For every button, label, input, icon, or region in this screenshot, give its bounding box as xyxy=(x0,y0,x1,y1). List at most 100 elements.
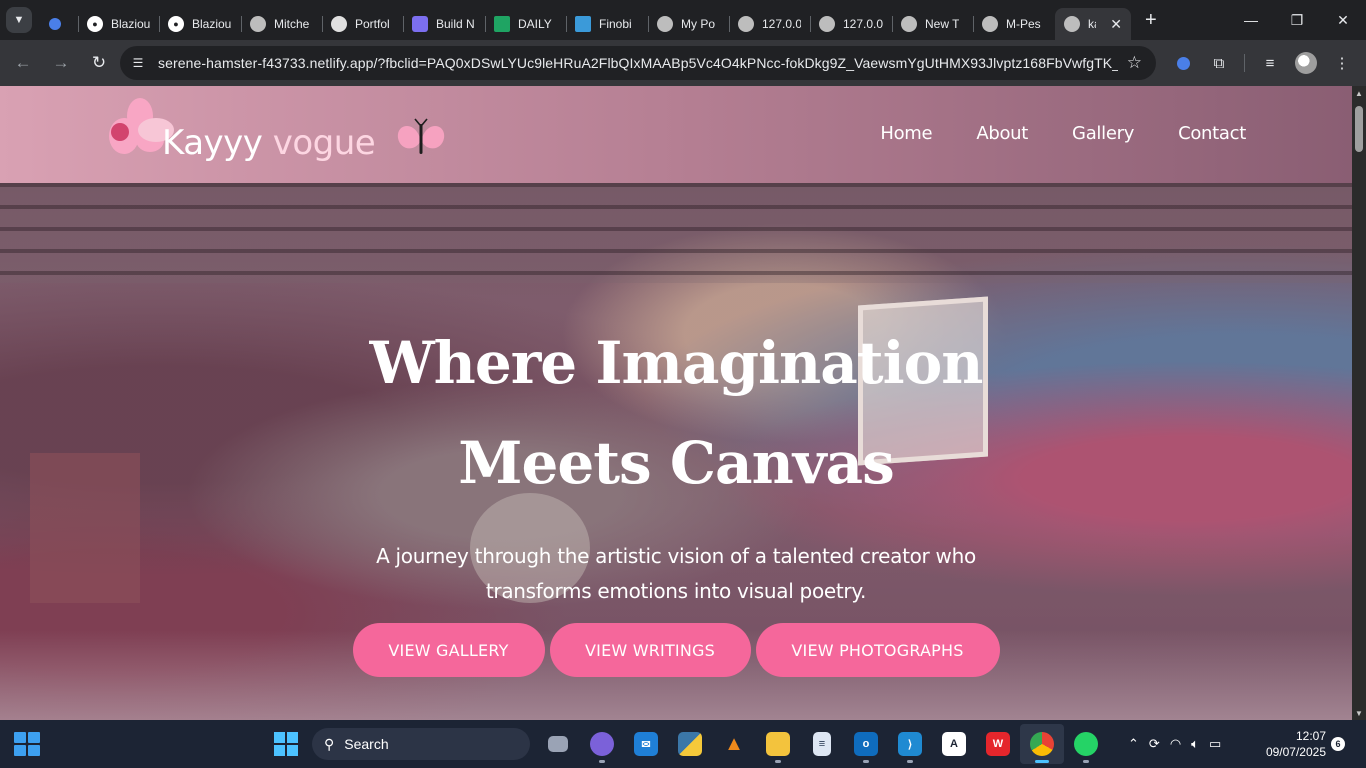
clock[interactable]: 12:07 09/07/2025 xyxy=(1256,728,1326,760)
tab-title: Blaziou xyxy=(111,17,150,31)
tab-2[interactable]: ● Blaziou xyxy=(78,8,159,40)
menu-dots-icon[interactable]: ⋮ xyxy=(1327,48,1357,78)
volume-icon[interactable]: 🔈︎ xyxy=(1191,736,1199,752)
back-icon[interactable]: ← xyxy=(6,46,40,80)
tab-13[interactable]: M-Pes xyxy=(973,8,1055,40)
notepad-icon: ≡ xyxy=(813,732,831,756)
bookmark-star-icon[interactable]: ☆ xyxy=(1127,53,1142,73)
tab-12[interactable]: New T xyxy=(892,8,973,40)
close-window-icon[interactable]: ✕ xyxy=(1320,0,1366,40)
task-view-button[interactable] xyxy=(536,724,580,764)
whatsapp-button[interactable] xyxy=(1064,724,1108,764)
widgets-icon[interactable] xyxy=(14,732,40,756)
task-view-icon xyxy=(548,736,568,752)
running-indicator xyxy=(1035,760,1049,763)
file-explorer-button[interactable] xyxy=(756,724,800,764)
forward-icon[interactable]: → xyxy=(44,46,78,80)
page-scrollbar[interactable]: ▲ ▼ xyxy=(1352,86,1366,720)
site-info-icon[interactable]: ☰ xyxy=(124,49,152,77)
nav-contact-link[interactable]: Contact xyxy=(1178,123,1246,144)
hero-section: Where Imagination Meets Canvas A journey… xyxy=(0,183,1352,720)
view-gallery-button[interactable]: VIEW GALLERY xyxy=(352,623,545,677)
hero-content: Where Imagination Meets Canvas A journey… xyxy=(0,183,1352,677)
view-photographs-button[interactable]: VIEW PHOTOGRAPHS xyxy=(755,623,1000,677)
scroll-thumb[interactable] xyxy=(1355,106,1363,152)
site-logo[interactable]: Kayyy vogue xyxy=(104,96,454,176)
hero-title: Where Imagination Meets Canvas xyxy=(369,329,984,497)
sheets-icon xyxy=(494,16,510,32)
wifi-icon[interactable]: ◠ xyxy=(1170,736,1181,752)
tab-active[interactable]: ka ✕ xyxy=(1055,8,1131,40)
chevron-up-icon[interactable]: ⌃ xyxy=(1128,736,1139,752)
globe-icon xyxy=(1064,16,1080,32)
extension-dot-icon[interactable] xyxy=(1168,48,1198,78)
url-text[interactable]: serene-hamster-f43733.netlify.app/?fbcli… xyxy=(158,55,1118,71)
media-controls-icon[interactable]: ≡ xyxy=(1255,48,1285,78)
outlook-button[interactable]: o xyxy=(844,724,888,764)
clock-date: 09/07/2025 xyxy=(1265,745,1326,759)
file-explorer-icon xyxy=(766,732,790,756)
notepad-button[interactable]: ≡ xyxy=(800,724,844,764)
tab-8[interactable]: Finobi xyxy=(566,8,648,40)
nav-about-link[interactable]: About xyxy=(976,123,1028,144)
vlc-button[interactable]: ▲ xyxy=(712,724,756,764)
tab-4[interactable]: Mitche xyxy=(241,8,322,40)
tasks-button[interactable]: A xyxy=(932,724,976,764)
meet-icon xyxy=(590,732,614,756)
toolbar-divider xyxy=(1244,54,1245,72)
vscode-icon: ⟩ xyxy=(898,732,922,756)
tab-5[interactable]: Portfol xyxy=(322,8,403,40)
battery-icon[interactable]: ▭ xyxy=(1209,736,1221,752)
tab-3[interactable]: ● Blaziou xyxy=(159,8,241,40)
restore-icon[interactable]: ❐ xyxy=(1274,0,1320,40)
butterfly-icon xyxy=(397,118,445,154)
meet-button[interactable] xyxy=(580,724,624,764)
reload-icon[interactable]: ↻ xyxy=(82,46,116,80)
sync-icon[interactable]: ⟳ xyxy=(1149,736,1160,752)
system-tray: ⌃ ⟳ ◠ 🔈︎ ▭ xyxy=(1128,720,1221,768)
python-icon xyxy=(678,732,702,756)
globe-icon xyxy=(738,16,754,32)
taskbar-search[interactable]: ⚲ Search xyxy=(312,728,530,760)
chrome-icon xyxy=(901,16,917,32)
tab-6[interactable]: Build N xyxy=(403,8,485,40)
mail-button[interactable]: ✉ xyxy=(624,724,668,764)
start-icon[interactable] xyxy=(274,732,298,756)
extensions-puzzle-icon[interactable]: ⧉ xyxy=(1204,48,1234,78)
tab-title: Finobi xyxy=(599,17,632,31)
browser-toolbar: ← → ↻ ☰ serene-hamster-f43733.netlify.ap… xyxy=(0,40,1366,86)
wps-office-button[interactable]: W xyxy=(976,724,1020,764)
tab-7[interactable]: DAILY xyxy=(485,8,566,40)
whatsapp-icon xyxy=(1074,732,1098,756)
tab-title: My Po xyxy=(681,17,716,31)
vscode-button[interactable]: ⟩ xyxy=(888,724,932,764)
chrome-button[interactable] xyxy=(1020,724,1064,764)
scroll-down-icon[interactable]: ▼ xyxy=(1352,706,1366,720)
close-tab-icon[interactable]: ✕ xyxy=(1110,16,1122,33)
minimize-icon[interactable]: — xyxy=(1228,0,1274,40)
tab-11[interactable]: 127.0.0 xyxy=(810,8,892,40)
tab-10[interactable]: 127.0.0 xyxy=(729,8,810,40)
tab-favicon-icon xyxy=(49,18,61,30)
nav-home-link[interactable]: Home xyxy=(880,123,932,144)
tab-search-button[interactable]: ▼ xyxy=(6,7,32,33)
running-indicator xyxy=(863,760,869,763)
notification-badge[interactable]: 6 xyxy=(1331,737,1345,751)
globe-icon xyxy=(657,16,673,32)
view-writings-button[interactable]: VIEW WRITINGS xyxy=(549,623,751,677)
tab-strip: ▼ ● Blaziou ● Blaziou Mitche Portfol Bui… xyxy=(0,0,1366,40)
address-bar[interactable]: ☰ serene-hamster-f43733.netlify.app/?fbc… xyxy=(120,46,1156,80)
running-indicator xyxy=(599,760,605,763)
tab-9[interactable]: My Po xyxy=(648,8,729,40)
new-tab-icon[interactable]: + xyxy=(1145,9,1157,32)
nav-gallery-link[interactable]: Gallery xyxy=(1072,123,1134,144)
python-button[interactable] xyxy=(668,724,712,764)
logo-text: Kayyy vogue xyxy=(162,123,376,163)
logo-text-first: Kayyy xyxy=(162,123,263,163)
window-controls: — ❐ ✕ xyxy=(1228,0,1366,40)
scroll-up-icon[interactable]: ▲ xyxy=(1352,86,1366,100)
tab-title: 127.0.0 xyxy=(762,17,801,31)
profile-avatar[interactable] xyxy=(1291,48,1321,78)
hero-buttons: VIEW GALLERY VIEW WRITINGS VIEW PHOTOGRA… xyxy=(0,623,1352,677)
tab-1[interactable] xyxy=(40,8,78,40)
